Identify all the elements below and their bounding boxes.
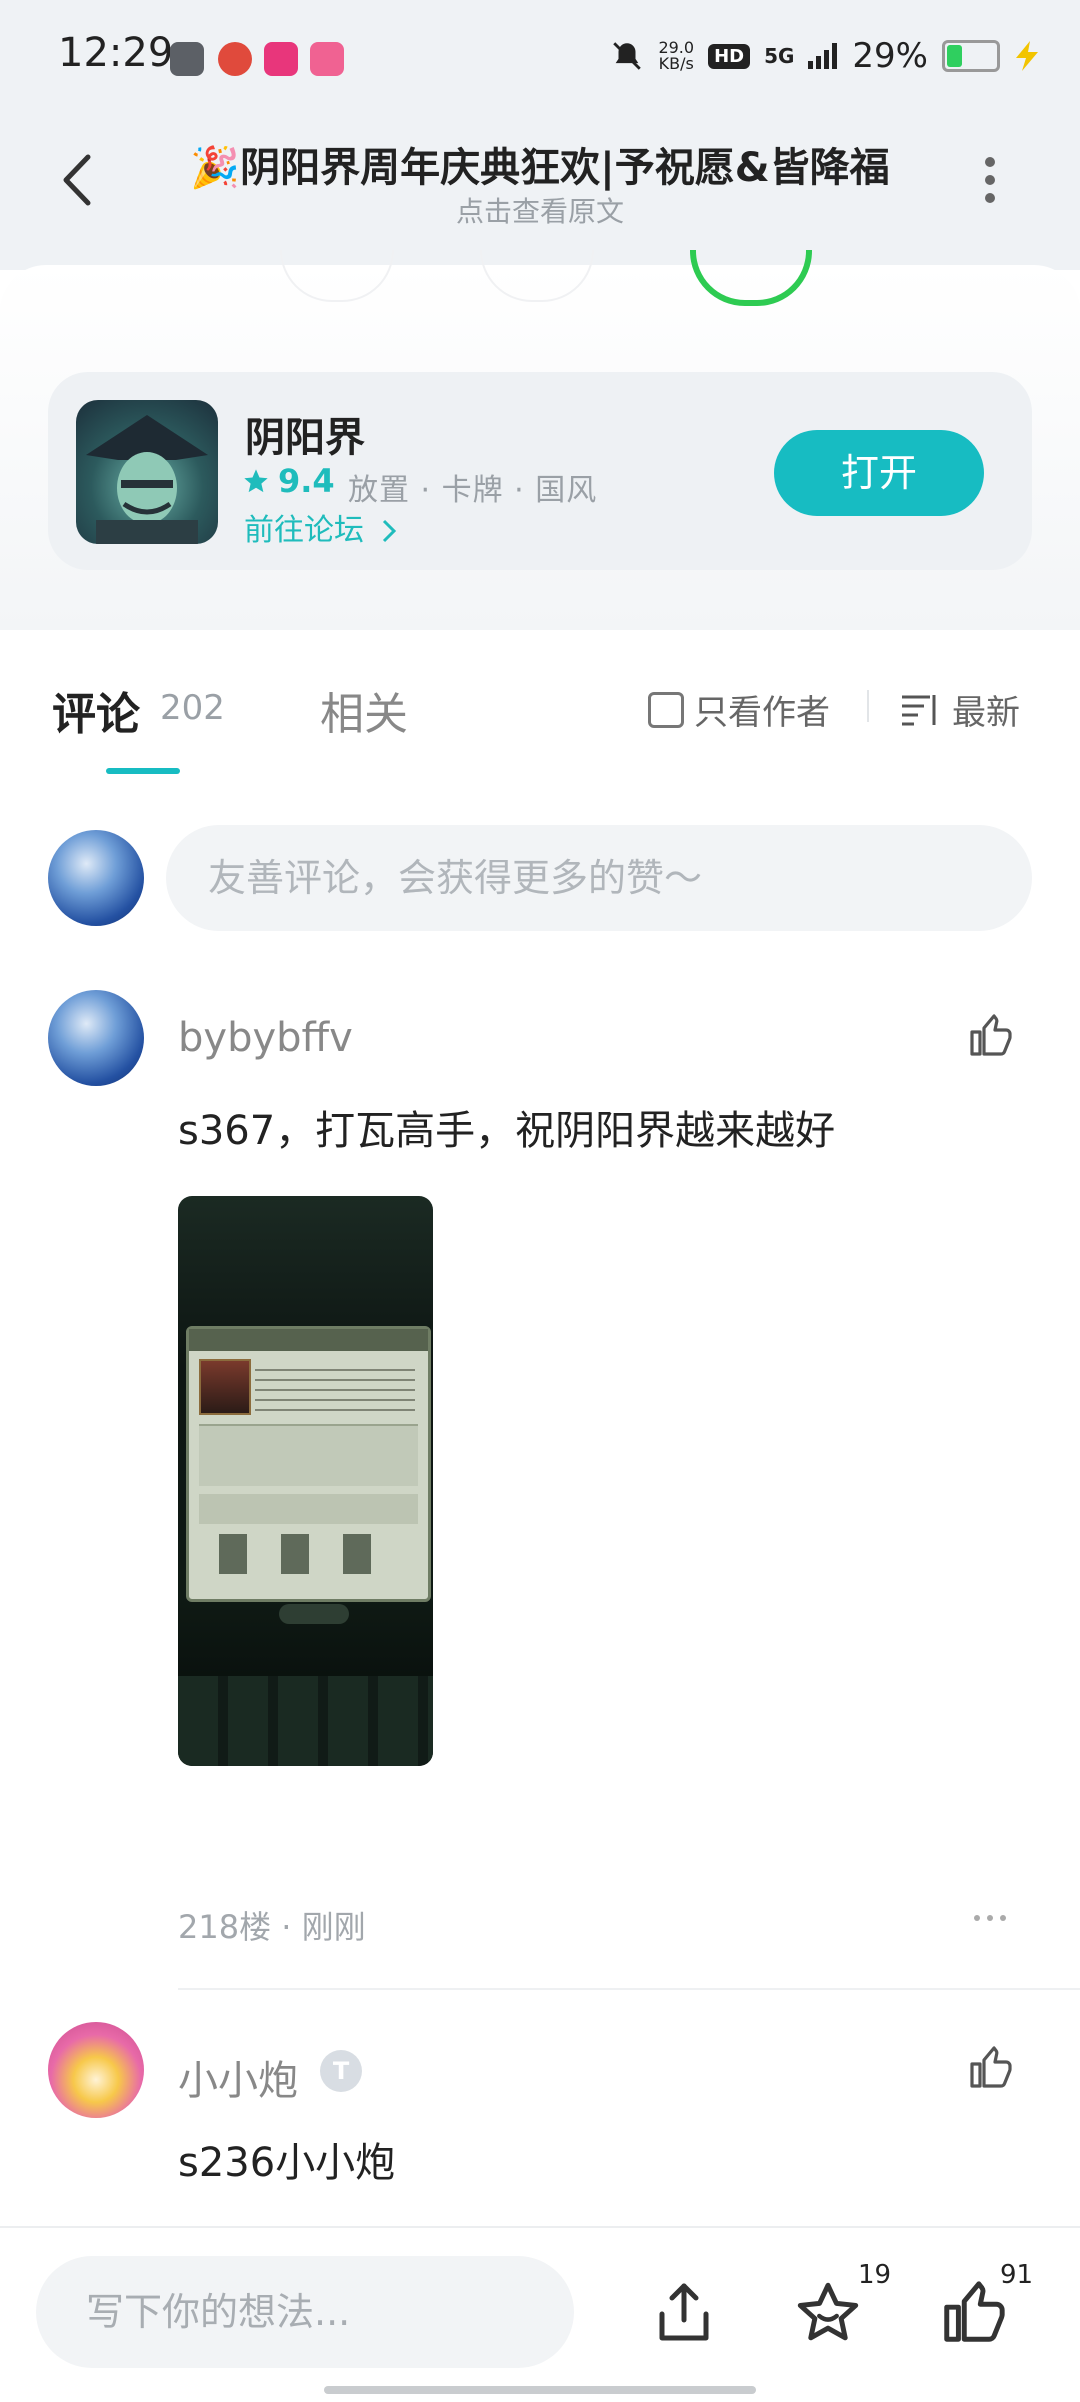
comment-image[interactable] [178, 1196, 433, 1766]
active-tab-indicator [106, 768, 180, 774]
battery-icon [942, 40, 1000, 72]
video-app-icon [264, 42, 298, 76]
forum-link[interactable]: 前往论坛 [244, 505, 398, 549]
net-speed: 29.0 KB/s [658, 38, 695, 73]
divider [867, 690, 869, 722]
comments-count: 202 [160, 688, 225, 728]
signal-icon [808, 43, 838, 69]
thumbs-up-icon[interactable] [966, 1012, 1014, 1060]
chevron-right-icon [382, 519, 396, 543]
home-indicator[interactable] [324, 2386, 756, 2394]
more-options-icon[interactable] [975, 150, 1005, 210]
status-right: 29.0 KB/s HD 5G 29% [610, 36, 1040, 76]
thumbs-up-icon[interactable] [966, 2044, 1014, 2092]
level-badge-icon: T [320, 2050, 362, 2092]
checkbox-icon [648, 691, 684, 728]
comment-username[interactable]: 小小炮 [178, 2048, 298, 2106]
rating-value: 9.4 [278, 462, 335, 500]
page-title: 🎉阴阳界周年庆典狂欢|予祝愿&皆降福 [190, 145, 890, 191]
comment-text: s367，打瓦高手，祝阴阳界越来越好 [178, 1108, 836, 1154]
status-time: 12:29 [58, 30, 174, 76]
bilibili-icon [310, 42, 344, 76]
view-original-link[interactable]: 点击查看原文 [170, 190, 910, 230]
maps-icon [218, 42, 252, 76]
thought-input[interactable]: 写下你的想法... [36, 2256, 574, 2368]
back-icon[interactable] [50, 145, 110, 215]
game-tags: 放置 · 卡牌 · 国风 [348, 473, 598, 508]
likes-count: 91 [1000, 2260, 1034, 2290]
game-rating: 9.4 [242, 462, 335, 500]
battery-percent: 29% [852, 36, 928, 76]
mute-bell-icon [613, 42, 642, 70]
avatar[interactable] [48, 2022, 144, 2118]
sort-toggle[interactable]: 最新 [900, 685, 1020, 734]
screenshot-panel [186, 1326, 431, 1624]
more-icon[interactable] [972, 1910, 1008, 1926]
wechat-icon [170, 42, 204, 76]
comment-username[interactable]: bybybffv [178, 1015, 353, 1061]
my-avatar[interactable] [48, 830, 144, 926]
sort-icon [902, 694, 936, 725]
avatar[interactable] [48, 990, 144, 1086]
star-icon [244, 469, 268, 493]
hd-badge: HD [708, 43, 751, 69]
game-name: 阴阳界 [245, 415, 365, 461]
divider [178, 1988, 1080, 1990]
tab-related[interactable]: 相关 [320, 678, 408, 742]
open-game-button[interactable]: 打开 [774, 430, 984, 516]
comment-meta: 218楼 · 刚刚 [178, 1908, 366, 1946]
favorite-star-icon[interactable] [792, 2278, 864, 2348]
tab-comments[interactable]: 评论 [52, 678, 140, 742]
comment-text: s236小小炮 [178, 2140, 396, 2186]
game-icon [76, 400, 218, 544]
favorites-count: 19 [858, 2260, 892, 2290]
only-author-toggle[interactable]: 只看作者 [648, 685, 830, 734]
like-icon[interactable] [938, 2278, 1008, 2348]
share-icon[interactable] [650, 2278, 718, 2348]
network-type: 5G [764, 44, 795, 68]
comment-input[interactable]: 友善评论，会获得更多的赞～ [166, 825, 1032, 931]
charging-icon [1016, 41, 1038, 71]
